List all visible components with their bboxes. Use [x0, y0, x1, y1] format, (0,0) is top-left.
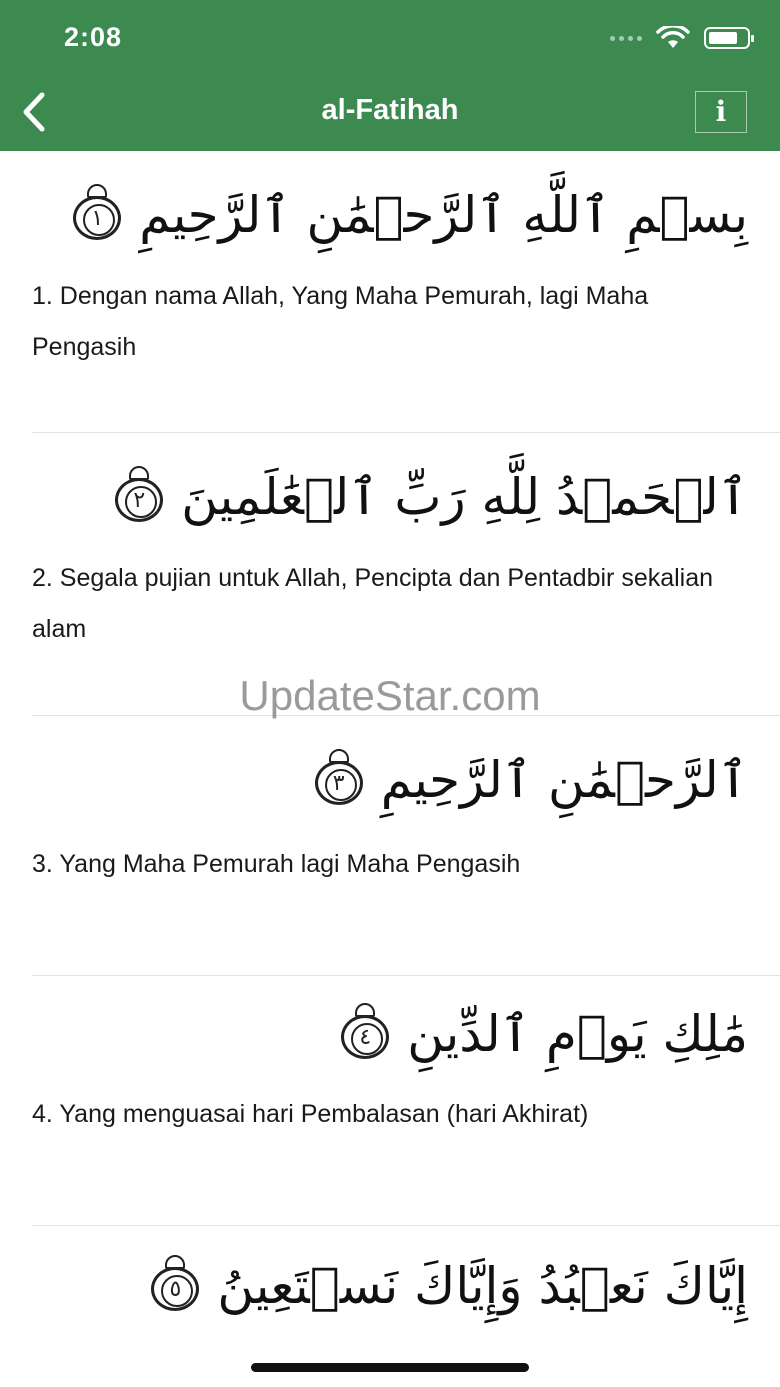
home-indicator [251, 1363, 529, 1372]
arabic-text: بِسۡمِ ٱللَّهِ ٱلرَّحۡمَٰنِ ٱلرَّحِيمِ [139, 186, 748, 244]
watermark: UpdateStar.com [239, 672, 541, 719]
translation-text: 3. Yang Maha Pemurah lagi Maha Pengasih [32, 850, 521, 878]
navigation-bar: 2:08 al-Fatihah i [0, 0, 780, 151]
divider [32, 1225, 780, 1226]
arabic-text-row: إِيَّاكَ نَعۡبُدُ وَإِيَّاكَ نَسۡتَعِينُ… [32, 1236, 748, 1336]
arabic-text: إِيَّاكَ نَعۡبُدُ وَإِيَّاكَ نَسۡتَعِينُ [217, 1257, 748, 1315]
arabic-text-row: مَٰلِكِ يَوۡمِ ٱلدِّينِ ٤ [32, 984, 748, 1084]
arabic-text-row: ٱلۡحَمۡدُ لِلَّهِ رَبِّ ٱلۡعَٰلَمِينَ ٢ [32, 447, 748, 547]
signal-icon [610, 35, 642, 41]
translation-text: 1. Dengan nama Allah, Yang Maha Pemurah,… [32, 282, 649, 361]
divider [32, 975, 780, 976]
translation-text: 4. Yang menguasai hari Pembalasan (hari … [32, 1100, 589, 1128]
arabic-text: ٱلۡحَمۡدُ لِلَّهِ رَبِّ ٱلۡعَٰلَمِينَ [181, 468, 748, 526]
ayah-number-icon: ٢ [113, 466, 167, 524]
status-time: 2:08 [64, 22, 123, 52]
page-title: al-Fatihah [321, 94, 459, 126]
arabic-text-row: ٱلرَّحۡمَٰنِ ٱلرَّحِيمِ ٣ [32, 730, 748, 830]
arabic-text: مَٰلِكِ يَوۡمِ ٱلدِّينِ [407, 1005, 748, 1063]
ayah-number-icon: ٣ [313, 749, 367, 807]
info-button[interactable]: i [695, 91, 747, 133]
arabic-text-row: بِسۡمِ ٱللَّهِ ٱلرَّحۡمَٰنِ ٱلرَّحِيمِ ١ [32, 165, 748, 265]
status-icons [610, 26, 754, 50]
ayah-number-icon: ١ [71, 184, 125, 242]
divider [32, 432, 780, 433]
ayah-number-icon: ٥ [149, 1255, 203, 1313]
battery-icon [704, 27, 754, 49]
wifi-icon [656, 26, 690, 48]
translation-text: 2. Segala pujian untuk Allah, Pencipta d… [32, 564, 714, 643]
ayah-number-icon: ٤ [339, 1003, 393, 1061]
arabic-text: ٱلرَّحۡمَٰنِ ٱلرَّحِيمِ [380, 751, 748, 809]
